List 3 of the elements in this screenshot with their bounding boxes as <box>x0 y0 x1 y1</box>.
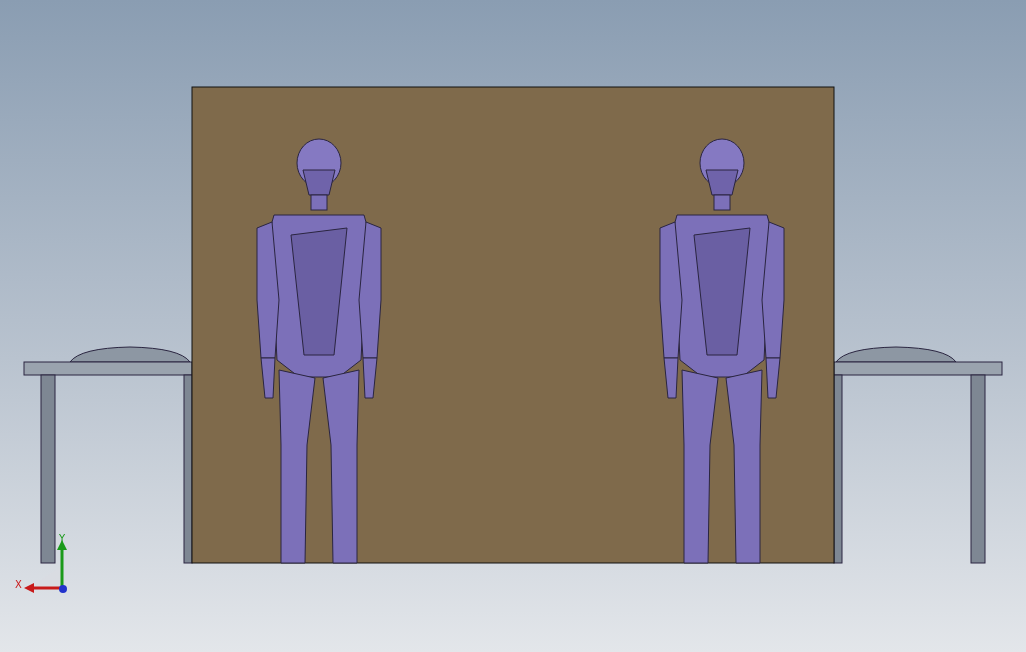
x-axis-label: X <box>15 579 22 590</box>
axis-triad-icon <box>24 540 67 593</box>
y-axis-label: Y <box>59 533 66 544</box>
